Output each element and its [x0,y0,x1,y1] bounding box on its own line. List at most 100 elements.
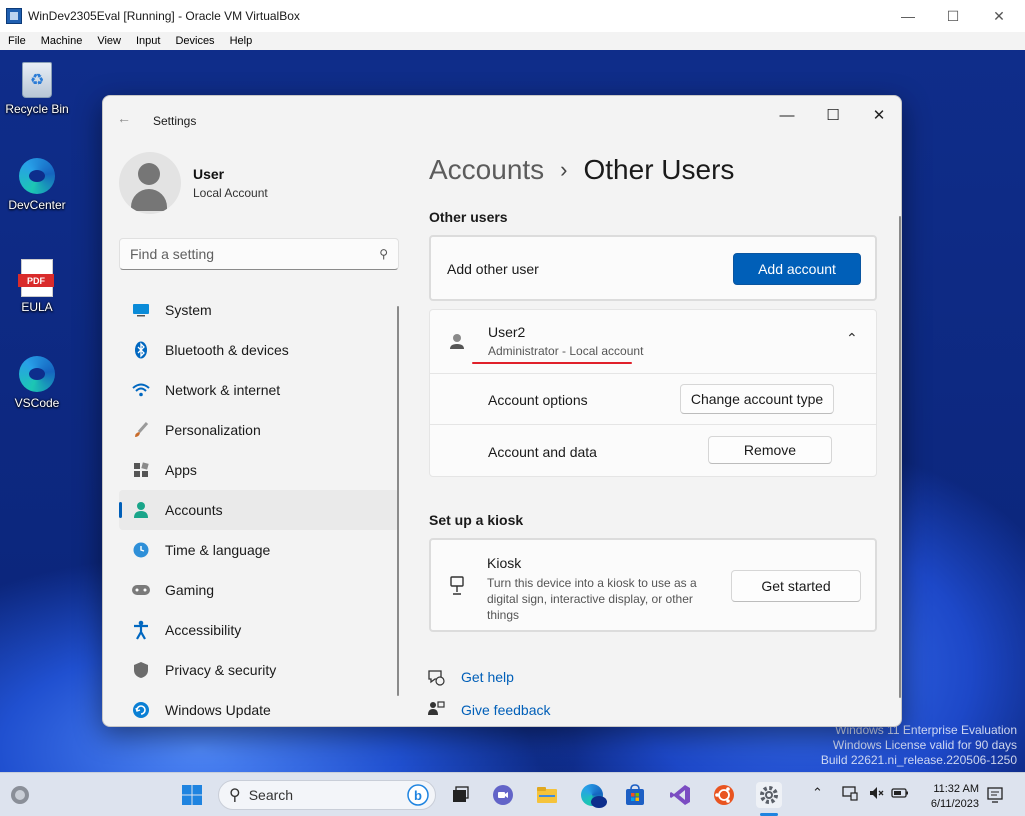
shield-icon [131,660,151,680]
settings-taskbar-icon[interactable] [756,782,782,808]
file-explorer-icon[interactable] [535,783,559,807]
kiosk-card: Kiosk Turn this device into a kiosk to u… [429,538,877,632]
menu-view[interactable]: View [97,35,121,47]
settings-close-button[interactable]: ✕ [856,100,901,130]
taskbar-clock[interactable]: 11:32 AM 6/11/2023 [931,782,979,812]
user2-card: User2 Administrator - Local account ⌃ Ac… [429,309,877,477]
clock-time: 11:32 AM [933,783,979,795]
sidebar-item-privacy-security[interactable]: Privacy & security [119,650,399,690]
start-icon[interactable] [180,783,204,807]
monitor-icon [131,300,151,320]
network-display-icon[interactable] [842,785,858,804]
settings-maximize-button[interactable]: ☐ [810,100,856,130]
annotation-underline [472,362,632,364]
kiosk-icon [449,576,465,601]
menu-machine[interactable]: Machine [41,35,83,47]
paintbrush-icon [131,420,151,440]
breadcrumb-parent[interactable]: Accounts [429,154,544,186]
host-close-button[interactable]: ✕ [976,0,1022,32]
sidebar-scrollbar[interactable] [397,306,399,696]
volume-muted-icon[interactable] [868,785,884,804]
search-icon: ⚲ [229,787,241,804]
desktop-icon-recycle-bin[interactable]: ♻ Recycle Bin [2,60,72,116]
back-arrow-icon[interactable]: ← [117,110,131,126]
sidebar-item-gaming[interactable]: Gaming [119,570,399,610]
watermark-build: Build 22621.ni_release.220506-1250 [820,753,1017,767]
avatar [119,152,181,214]
menu-input[interactable]: Input [136,35,160,47]
desktop-icon-vscode[interactable]: VSCode [2,354,72,410]
user2-name: User2 [488,324,526,340]
kiosk-heading: Set up a kiosk [429,512,524,528]
search-input[interactable] [130,246,380,262]
battery-icon[interactable] [891,785,909,804]
desktop-icon-eula[interactable]: PDF EULA [2,258,72,314]
get-started-button[interactable]: Get started [731,570,861,602]
sidebar-item-personalization[interactable]: Personalization [119,410,399,450]
svg-text:b: b [414,788,422,803]
taskbar-search[interactable]: ⚲ Search b [218,780,436,810]
teams-chat-icon[interactable] [491,783,515,807]
edge-icon [19,158,55,194]
globe-clock-icon [131,540,151,560]
visual-studio-icon[interactable] [668,783,692,807]
user-avatar-icon [448,332,466,357]
user-profile: User Local Account [119,152,268,214]
account-data-row: Account and data Remove [430,426,876,476]
feedback-icon [427,700,445,723]
remove-button[interactable]: Remove [708,436,832,464]
widgets-icon[interactable] [8,783,32,807]
wifi-icon [131,380,151,400]
page-title: Other Users [583,154,735,185]
settings-app-title: Settings [153,114,197,128]
get-help-link[interactable]: Get help [461,669,514,685]
add-user-card: Add other user Add account [429,235,877,301]
person-icon [131,500,151,520]
sidebar-item-system[interactable]: System [119,290,399,330]
content-scrollbar[interactable] [899,216,901,698]
gamepad-icon [131,580,151,600]
ubuntu-icon[interactable] [712,783,736,807]
update-icon [131,700,151,720]
sidebar-nav: System Bluetooth & devices Network & int… [119,290,399,726]
taskbar-search-label: Search [248,787,294,803]
give-feedback-link[interactable]: Give feedback [461,702,551,718]
sidebar-item-windows-update[interactable]: Windows Update [119,690,399,726]
user2-header[interactable]: User2 Administrator - Local account ⌃ [430,310,876,374]
menu-help[interactable]: Help [230,35,253,47]
store-icon[interactable] [623,783,647,807]
edge-icon [19,356,55,392]
sidebar-item-time-language[interactable]: Time & language [119,530,399,570]
help-icon [427,668,445,691]
clock-date: 6/11/2023 [930,798,979,810]
kiosk-description: Turn this device into a kiosk to use as … [487,576,697,622]
desktop-icon-devcenter[interactable]: DevCenter [2,156,72,212]
sidebar-item-apps[interactable]: Apps [119,450,399,490]
settings-minimize-button[interactable]: — [764,100,810,130]
menu-devices[interactable]: Devices [175,35,214,47]
menu-file[interactable]: File [8,35,26,47]
task-view-icon[interactable] [448,783,472,807]
host-menubar: File Machine View Input Devices Help [0,32,1025,50]
sidebar-item-accounts[interactable]: Accounts [119,490,399,530]
accessibility-icon [131,620,151,640]
add-account-button[interactable]: Add account [733,253,861,285]
bing-icon[interactable]: b [407,784,429,809]
bluetooth-icon [131,340,151,360]
chevron-up-icon[interactable]: ⌃ [812,785,823,801]
notifications-icon[interactable] [986,786,1004,807]
apps-icon [131,460,151,480]
virtualbox-icon [6,8,22,24]
sidebar-item-bluetooth[interactable]: Bluetooth & devices [119,330,399,370]
pdf-icon: PDF [18,259,54,297]
sidebar-item-accessibility[interactable]: Accessibility [119,610,399,650]
account-data-label: Account and data [488,444,597,460]
change-account-type-button[interactable]: Change account type [680,384,834,414]
search-box[interactable]: ⚲ [119,238,399,270]
settings-titlebar: ← Settings — ☐ ✕ [103,96,901,132]
host-minimize-button[interactable]: — [885,0,931,32]
sidebar-item-network[interactable]: Network & internet [119,370,399,410]
host-maximize-button[interactable]: ☐ [930,0,976,32]
chevron-up-icon[interactable]: ⌃ [846,330,858,347]
edge-taskbar-icon[interactable] [580,783,607,808]
